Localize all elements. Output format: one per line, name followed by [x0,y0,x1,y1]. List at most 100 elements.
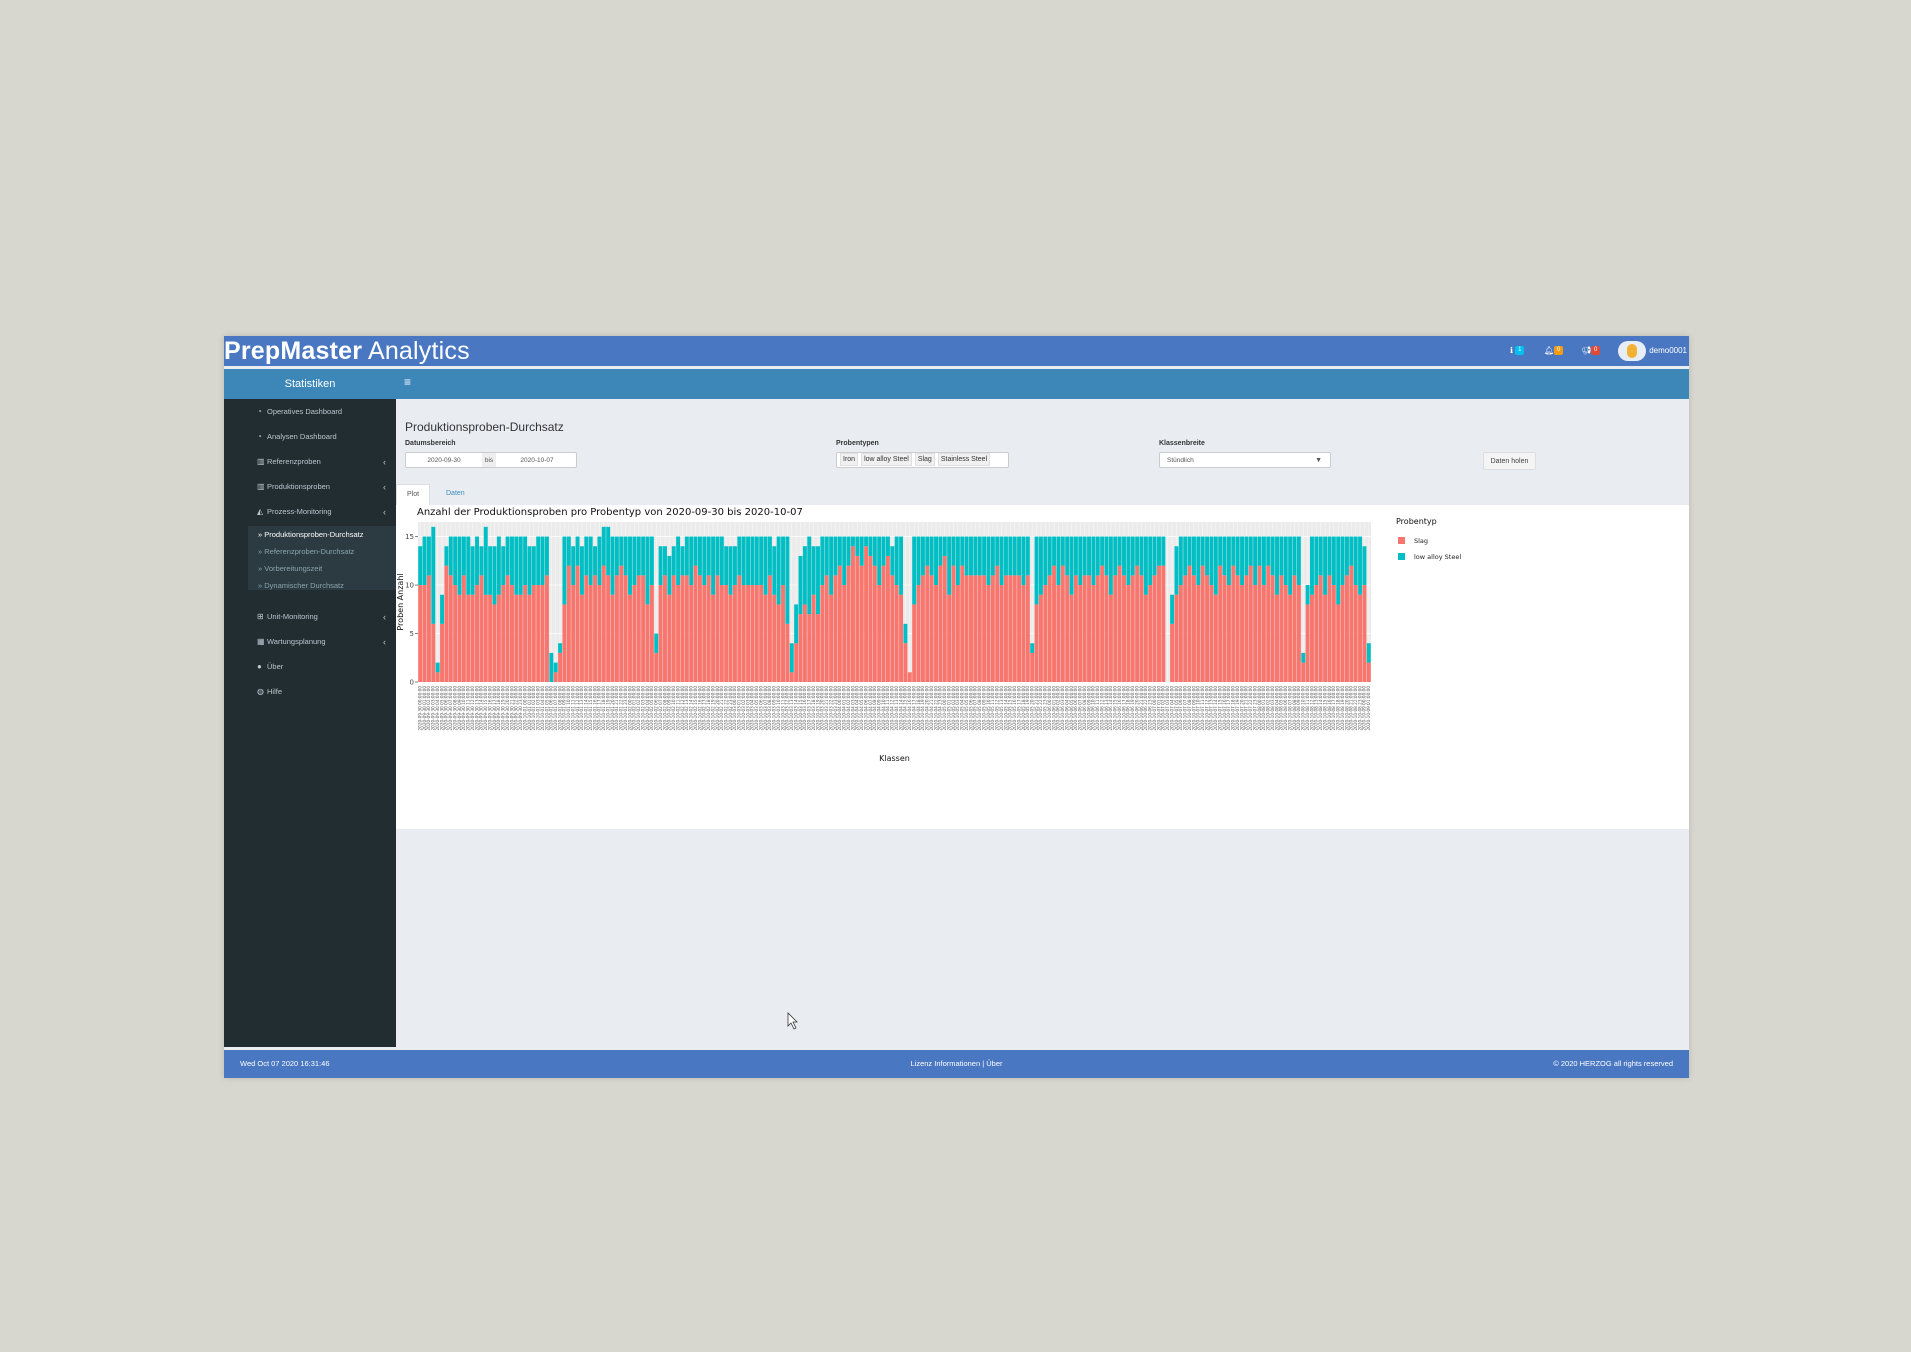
announcement-notifications[interactable]: 📢︎ 0 [1581,344,1601,358]
sidebar-item-operatives-dashboard[interactable]: ◔ Operatives Dashboard [257,407,342,416]
bar-low-alloy-steel [868,536,873,556]
globe-icon: ◍ [257,687,264,696]
bar-slag [912,604,917,682]
bell-badge: 0 [1554,346,1564,356]
bar-low-alloy-steel [514,536,519,595]
sidebar-item-produktionsproben[interactable]: ▥ Produktionsproben ‹ [257,482,386,492]
bar-slag [763,594,768,682]
date-to-field[interactable]: 2020-10-07 [498,453,576,469]
bell-notifications[interactable]: 🔔︎ 0 [1544,344,1564,358]
bar-low-alloy-steel [811,546,816,595]
bar-slag [518,594,523,682]
bar-low-alloy-steel [737,536,742,576]
bar-low-alloy-steel [1323,536,1328,595]
bar-low-alloy-steel [453,536,458,586]
bar-slag [422,585,427,682]
bar-slag [584,575,589,682]
tab-plot[interactable]: Plot [396,484,431,505]
bar-slag [1279,575,1284,682]
sample-type-tag[interactable]: Slag [914,453,935,466]
sample-types-select[interactable]: Iron low alloy Steel Slag Stainless Steel [836,452,1009,468]
bar-low-alloy-steel [1174,546,1179,595]
bar-low-alloy-steel [1100,536,1105,566]
bar-low-alloy-steel [1126,536,1131,586]
bar-slag [593,575,598,682]
area-chart-icon: ◭ [257,507,264,516]
info-notifications[interactable]: ℹ 1 [1510,344,1525,358]
submenu-item-referenzproben-durchsatz[interactable]: » Referenzproben-Durchsatz [258,547,354,556]
bar-low-alloy-steel [1004,536,1008,576]
bar-slag [636,575,641,682]
bar-low-alloy-steel [1288,536,1293,595]
bar-low-alloy-steel [1030,643,1035,653]
sidebar-item-unit-monitoring[interactable]: ⊞ Unit-Monitoring ‹ [257,612,386,622]
bar-slag [1017,575,1022,682]
bar-low-alloy-steel [789,643,794,673]
bar-chart-icon: ▥ [257,457,265,466]
bar-slag [426,575,431,682]
page-title: Produktionsproben-Durchsatz [405,420,564,434]
brand-logo[interactable]: PrepMaster Analytics [224,336,470,366]
bar-slag [1087,575,1092,682]
tab-data[interactable]: Daten [436,484,475,504]
bar-slag [1266,565,1271,682]
bar-slag [794,643,799,682]
bar-slag [1327,575,1332,682]
bar-slag [1139,575,1144,682]
sidebar-item-hilfe[interactable]: ◍ Hilfe [257,687,282,696]
submenu-item-dynamischer-durchsatz[interactable]: » Dynamischer Durchsatz [258,581,344,590]
bar-slag [1323,594,1328,682]
bar-low-alloy-steel [1025,536,1030,576]
submenu-item-produktionsproben-durchsatz[interactable]: » Produktionsproben-Durchsatz [258,530,363,539]
sample-type-tag[interactable]: Stainless Steel [937,453,991,466]
class-width-select[interactable]: Stündlich ▼ [1159,452,1331,468]
sample-type-tag[interactable]: Iron [840,453,859,466]
bar-low-alloy-steel [1095,536,1100,576]
bar-low-alloy-steel [1358,536,1363,595]
sidebar-item-label: Analysen Dashboard [267,432,337,441]
bar-slag [1310,594,1314,682]
bar-low-alloy-steel [575,536,580,566]
sidebar-item-label: Prozess-Monitoring [267,507,332,516]
bar-low-alloy-steel [1240,536,1245,586]
bar-low-alloy-steel [995,536,1000,566]
brand-name-bold: PrepMaster [224,337,363,365]
bar-low-alloy-steel [728,546,733,595]
sidebar-item-label: Hilfe [267,687,283,696]
bar-low-alloy-steel [1310,536,1314,595]
sidebar-item-prozess-monitoring[interactable]: ◭ Prozess-Monitoring ‹ [257,507,386,517]
submenu-item-vorbereitungszeit[interactable]: » Vorbereitungszeit [258,564,322,573]
double-chevron-right-icon: » [258,530,263,539]
bar-slag [623,575,628,682]
bar-low-alloy-steel [754,536,759,586]
bar-slag [614,575,619,682]
bar-slag [667,594,672,682]
bar-low-alloy-steel [426,536,431,576]
brand-name-light: Analytics [362,337,470,365]
sidebar-item-ueber[interactable]: ● Über [257,662,283,671]
bar-slag [715,575,720,682]
date-from-field[interactable]: 2020-09-30 [406,453,482,469]
bar-low-alloy-steel [1047,536,1052,576]
sidebar-item-wartungsplanung[interactable]: ▦ Wartungsplanung ‹ [257,637,386,647]
sample-type-tag[interactable]: low alloy Steel [861,453,912,466]
user-menu[interactable]: demo0001 [1618,340,1687,362]
bar-slag [1257,565,1262,682]
fetch-data-button[interactable]: Daten holen [1483,452,1536,470]
bar-low-alloy-steel [593,546,598,576]
bar-low-alloy-steel [601,526,606,566]
bar-low-alloy-steel [706,536,711,576]
bar-slag [1366,662,1371,682]
bar-slag [1104,575,1109,682]
hamburger-menu-icon[interactable]: ≡ [404,375,411,389]
footer-links[interactable]: Lizenz Informationen | Über [224,1050,1689,1078]
footer: Wed Oct 07 2020 16:31:46 Lizenz Informat… [224,1050,1689,1078]
sidebar-item-analysen-dashboard[interactable]: ◔ Analysen Dashboard [257,432,337,441]
bar-slag [990,575,995,682]
bar-slag [977,575,982,682]
sidebar-item-referenzproben[interactable]: ▥ Referenzproben ‹ [257,457,386,467]
bar-low-alloy-steel [1218,536,1223,566]
bar-slag [1130,575,1135,682]
bar-low-alloy-steel [816,546,820,615]
bar-slag [575,565,580,682]
